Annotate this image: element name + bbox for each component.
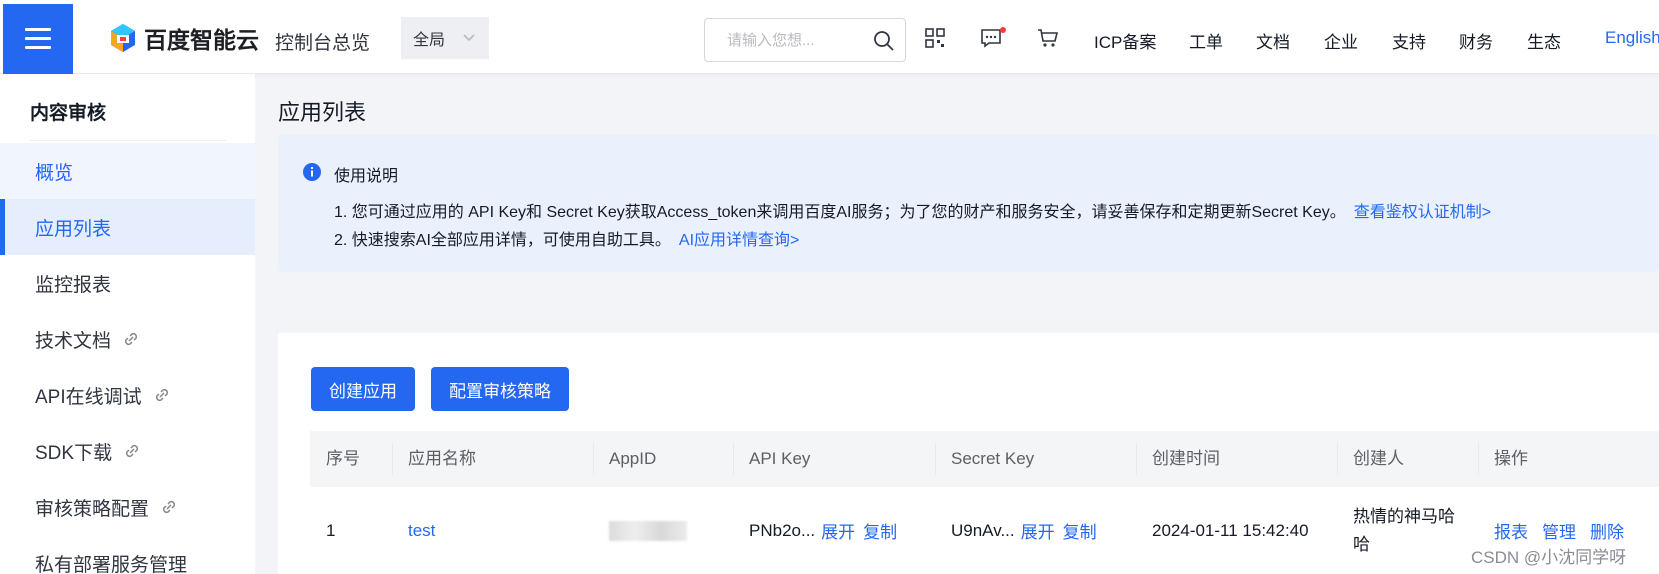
secret-key-copy-link[interactable]: 复制 [1063,518,1097,543]
menu-button[interactable] [3,4,73,74]
column-header-api-key: API Key [733,431,935,487]
region-select[interactable]: 全局 [401,17,489,59]
notice-line-1-text: 1. 您可通过应用的 API Key和 Secret Key获取Access_t… [334,204,1346,221]
sidebar-item-label: 技术文档 [35,330,112,352]
nav-icp[interactable]: ICP备案 [1094,28,1156,53]
notice-line-1: 1. 您可通过应用的 API Key和 Secret Key获取Access_t… [334,198,1491,222]
sidebar-item-api-debug[interactable]: API在线调试 [0,367,255,423]
search-input[interactable] [727,19,877,61]
auth-mechanism-link[interactable]: 查看鉴权认证机制> [1354,204,1491,221]
sidebar-item-private-deploy[interactable]: 私有部署服务管理 [0,535,255,574]
sidebar-item-label: SDK下载 [35,442,113,464]
column-header-app-name: 应用名称 [392,431,593,487]
delete-link[interactable]: 删除 [1590,518,1624,543]
external-link-icon [159,497,179,517]
sidebar-item-sdk-download[interactable]: SDK下载 [0,423,255,479]
qrcode-icon[interactable] [925,28,945,48]
notice-line-2-text: 2. 快速搜索AI全部应用详情，可使用自助工具。 [334,232,671,249]
appid-masked [609,520,687,541]
sidebar-item-label: 私有部署服务管理 [35,554,188,574]
top-bar: 百度智能云 控制台总览 全局 ICP备案 工单 文档 企业 支持 财务 生态 E [0,0,1659,74]
table-row: 1 test PNb2o... 展开 复制 U9nAv... 展开 复制 202… [310,487,1659,574]
cell-appid [593,487,733,574]
app-name-link[interactable]: test [408,521,435,541]
chevron-down-icon [463,34,475,42]
search-icon[interactable] [873,30,895,52]
brand-logo[interactable]: 百度智能云 [108,22,259,54]
sidebar-divider [30,140,226,141]
cell-created-time: 2024-01-11 15:42:40 [1152,520,1309,540]
ai-app-query-link[interactable]: AI应用详情查询> [679,232,799,249]
api-key-value: PNb2o... [749,520,816,540]
sidebar-item-label: 应用列表 [35,218,112,240]
notice-line-2: 2. 快速搜索AI全部应用详情，可使用自助工具。 AI应用详情查询> [334,226,799,250]
external-link-icon [152,385,172,405]
notice-title: 使用说明 [334,168,399,185]
column-header-actions: 操作 [1478,431,1659,487]
region-value: 全局 [413,32,446,49]
cell-secret-key: U9nAv... 展开 复制 [935,487,1136,574]
manage-link[interactable]: 管理 [1542,518,1576,543]
sidebar-item-app-list[interactable]: 应用列表 [0,199,255,255]
column-header-created-time: 创建时间 [1136,431,1337,487]
usage-notice: 使用说明 1. 您可通过应用的 API Key和 Secret Key获取Acc… [278,134,1659,272]
page-title: 应用列表 [278,100,367,125]
language-switch[interactable]: English [1605,28,1659,48]
sidebar-item-label: API在线调试 [35,386,142,408]
brand-name: 百度智能云 [144,27,259,53]
info-icon [303,163,321,181]
cell-index: 1 [326,520,336,540]
watermark: CSDN @小沈同学呀 [1471,548,1627,567]
column-header-index: 序号 [326,449,360,468]
nav-ecosystem[interactable]: 生态 [1527,28,1561,53]
sidebar-item-label: 监控报表 [35,274,112,296]
cell-creator: 热情的神马哈哈 [1353,506,1455,554]
message-icon [981,29,1001,48]
sidebar-item-label: 概览 [35,162,74,184]
secret-key-value: U9nAv... [951,520,1015,540]
external-link-icon [122,441,142,461]
table-header: 序号 应用名称 AppID API Key Secret Key 创建时间 创建… [310,431,1659,487]
column-header-secret-key: Secret Key [935,431,1136,487]
nav-enterprise[interactable]: 企业 [1324,28,1358,53]
secret-key-expand-link[interactable]: 展开 [1021,518,1055,543]
report-link[interactable]: 报表 [1494,518,1528,543]
nav-support[interactable]: 支持 [1392,28,1426,53]
console-overview-link[interactable]: 控制台总览 [275,28,370,55]
cart-icon[interactable] [1037,28,1059,48]
api-key-expand-link[interactable]: 展开 [821,518,855,543]
column-header-creator: 创建人 [1337,431,1478,487]
nav-finance[interactable]: 财务 [1459,28,1493,53]
sidebar: 内容审核 概览 应用列表 监控报表 技术文档 API在线调试 SDK下载 审核策… [0,74,255,574]
sidebar-item-tech-docs[interactable]: 技术文档 [0,311,255,367]
create-app-button[interactable]: 创建应用 [311,367,415,411]
nav-ticket[interactable]: 工单 [1189,28,1223,53]
message-button[interactable] [980,27,1006,50]
unread-dot [1000,27,1006,33]
hamburger-icon [25,28,51,50]
sidebar-title: 内容审核 [30,103,107,124]
sidebar-item-overview[interactable]: 概览 [0,143,255,199]
baidu-cloud-logo-icon [111,24,135,52]
cell-api-key: PNb2o... 展开 复制 [733,487,935,574]
sidebar-item-policy-config[interactable]: 审核策略配置 [0,479,255,535]
sidebar-item-label: 审核策略配置 [35,498,150,520]
nav-docs[interactable]: 文档 [1256,28,1290,53]
cell-app-name: test [392,487,593,574]
sidebar-item-monitor-report[interactable]: 监控报表 [0,255,255,311]
search-box [704,18,906,62]
column-header-appid: AppID [593,431,733,487]
app-list-card: 创建应用 配置审核策略 序号 应用名称 AppID API Key Secret… [278,333,1659,574]
config-policy-button[interactable]: 配置审核策略 [431,367,569,411]
api-key-copy-link[interactable]: 复制 [863,518,897,543]
external-link-icon [121,329,141,349]
